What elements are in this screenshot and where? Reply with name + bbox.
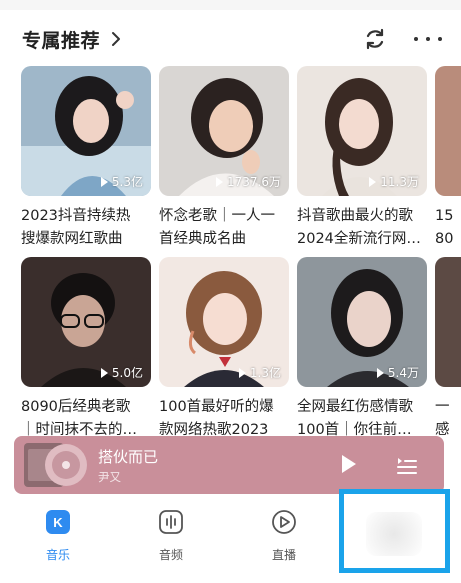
play-icon[interactable]: [342, 455, 356, 473]
playlist-cover: [435, 257, 461, 387]
playlist-cover: [435, 66, 461, 196]
live-play-icon: [272, 510, 296, 534]
tab-audio[interactable]: 音频: [136, 508, 206, 563]
mini-player[interactable]: 搭伙而已 尹又: [14, 436, 444, 494]
tab-music[interactable]: K 音乐: [23, 508, 93, 563]
svg-text:K: K: [53, 515, 63, 530]
playlist-title: 抖音歌曲最火的歌 2024全新流行网…: [297, 208, 421, 247]
music-k-icon: K: [46, 510, 70, 534]
tab-label: 直播: [271, 548, 296, 562]
highlight-box: [339, 489, 450, 573]
play-count: 11.3万: [380, 175, 419, 189]
play-count: 5.0亿: [111, 366, 143, 380]
playlist-cover: 5.3亿: [21, 66, 151, 196]
playlist-cover: 5.0亿: [21, 257, 151, 387]
blurred-tab-icon: [366, 512, 422, 556]
tab-live[interactable]: 直播: [249, 508, 319, 563]
playlist-title: 怀念老歌｜一人一 首经典成名曲: [159, 208, 275, 247]
playlist-title: 15 80: [435, 208, 454, 247]
audio-icon: [159, 510, 183, 534]
album-art: [24, 443, 87, 487]
play-count: 1.3亿: [249, 366, 281, 380]
playlist-title: 2023抖音持续热 搜爆款网红歌曲: [21, 208, 131, 247]
playlist-cover: 1737.6万: [159, 66, 289, 196]
playlist-cover: 1.3亿: [159, 257, 289, 387]
song-title: 搭伙而已: [98, 448, 159, 466]
play-count: 5.4万: [387, 366, 419, 380]
tab-label: 音乐: [45, 548, 70, 562]
play-count: 5.3亿: [111, 175, 143, 189]
play-count: 1737.6万: [227, 175, 281, 189]
artist-name: 尹又: [98, 470, 121, 484]
tab-label: 音频: [158, 548, 183, 562]
playlist-title: 一 感: [435, 399, 450, 438]
playlist-cover: 5.4万: [297, 257, 427, 387]
playlist-queue-icon[interactable]: [396, 454, 418, 476]
playlist-grid: 5.3亿 2023抖音持续热 搜爆款网红歌曲 1737.6万 怀念老歌｜一人一 …: [0, 0, 461, 445]
playlist-cover: 11.3万: [297, 66, 427, 196]
